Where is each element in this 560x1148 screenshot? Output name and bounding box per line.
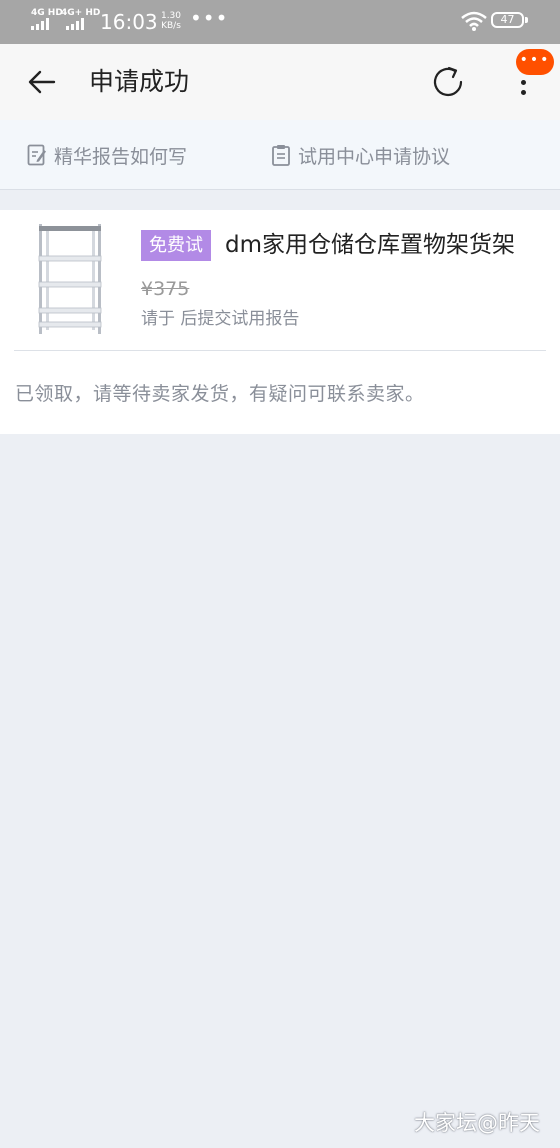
trial-agreement-link[interactable]: 试用中心申请协议 bbox=[271, 140, 450, 170]
divider bbox=[14, 350, 546, 351]
vertical-dots-icon-lower bbox=[521, 90, 526, 95]
top-nav: 申请成功 bbox=[0, 44, 560, 120]
links-bar: 精华报告如何写 试用中心申请协议 bbox=[0, 120, 560, 190]
page-title: 申请成功 bbox=[89, 67, 190, 96]
arrow-left-icon bbox=[28, 70, 56, 94]
signal-icon-2 bbox=[66, 18, 84, 30]
report-guide-link[interactable]: 精华报告如何写 bbox=[27, 140, 187, 170]
status-message: 已领取，请等待卖家发货，有疑问可联系卖家。 bbox=[15, 383, 425, 405]
back-button[interactable] bbox=[24, 64, 60, 100]
refresh-icon bbox=[433, 66, 463, 97]
signal-icon bbox=[31, 18, 49, 30]
battery-level: 47 bbox=[500, 13, 515, 26]
free-trial-tag: 免费试 bbox=[141, 230, 211, 261]
vertical-dots-icon bbox=[521, 80, 526, 85]
network-indicator-2: 4G+ HD bbox=[61, 9, 100, 18]
watermark: 大家坛@昨天 bbox=[414, 1111, 540, 1135]
original-price: ¥375 bbox=[141, 278, 190, 300]
trial-agreement-label: 试用中心申请协议 bbox=[298, 145, 451, 168]
speed-unit: KB/s bbox=[161, 21, 181, 31]
speed-value: 1.30 bbox=[160, 11, 182, 21]
network-speed: 1.30 KB/s bbox=[160, 11, 182, 31]
trial-card: 免费试 dm家用仓储仓库置物架货架 ¥375 请于 后提交试用报告 已领取，请等… bbox=[0, 210, 560, 434]
network-indicator-1: 4G HD bbox=[31, 9, 63, 18]
product-image[interactable] bbox=[36, 222, 104, 336]
clipboard-icon bbox=[272, 145, 290, 166]
report-deadline-hint: 请于 后提交试用报告 bbox=[141, 309, 300, 329]
network-label-1: 4G HD bbox=[31, 8, 63, 18]
status-more-dots: ••• bbox=[190, 6, 229, 30]
network-label-2: 4G+ HD bbox=[61, 8, 101, 18]
clock: 16:03 bbox=[100, 10, 158, 34]
battery-tip bbox=[525, 17, 528, 23]
wifi-icon bbox=[461, 11, 487, 31]
product-title[interactable]: dm家用仓储仓库置物架货架 bbox=[225, 228, 515, 262]
battery-icon: 47 bbox=[491, 12, 524, 28]
notification-badge[interactable]: ••• bbox=[516, 49, 554, 75]
refresh-button[interactable] bbox=[428, 62, 468, 102]
report-guide-label: 精华报告如何写 bbox=[54, 145, 188, 168]
status-bar: 4G HD 4G+ HD 16:03 1.30 KB/s ••• 47 bbox=[0, 0, 560, 44]
edit-document-icon bbox=[27, 144, 46, 166]
shelf-image-icon bbox=[38, 224, 102, 334]
